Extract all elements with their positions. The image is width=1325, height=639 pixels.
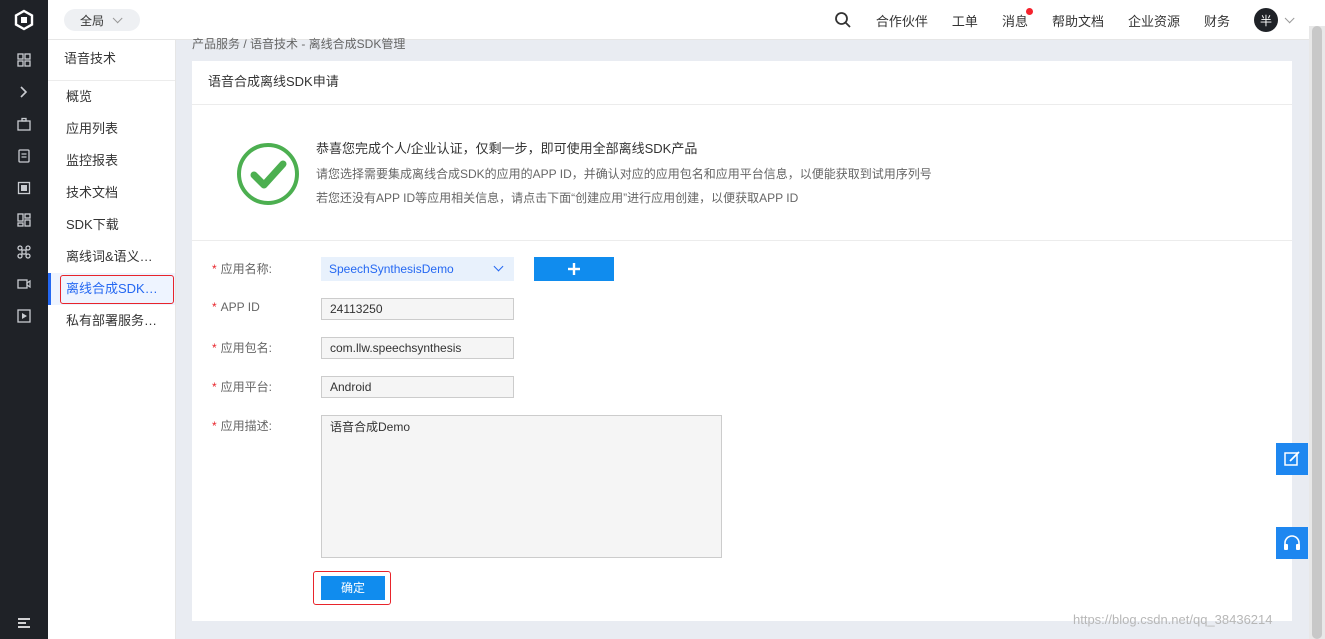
- nav-messages[interactable]: 消息: [1001, 7, 1033, 30]
- sidebar-item-private-deploy[interactable]: 私有部署服务…: [48, 305, 175, 337]
- check-circle-icon: [237, 143, 299, 205]
- scope-label: 全局: [80, 13, 105, 28]
- app-id-field: 24113250: [321, 298, 514, 320]
- app-name-label-text: 应用名称:: [220, 262, 273, 276]
- document-icon[interactable]: [0, 140, 48, 172]
- breadcrumb: 产品服务 / 语音技术 - 离线合成SDK管理: [192, 37, 406, 51]
- grid-icon[interactable]: [0, 44, 48, 76]
- page-scrollbar[interactable]: [1309, 26, 1325, 639]
- nav-messages-label: 消息: [1001, 13, 1028, 29]
- required-mark: *: [212, 419, 217, 433]
- nav-help-docs[interactable]: 帮助文档: [1052, 11, 1104, 30]
- video-icon[interactable]: [0, 268, 48, 300]
- required-mark: *: [212, 300, 217, 314]
- package-label: * 应用包名:: [212, 339, 272, 356]
- sidebar-item-sdk-download[interactable]: SDK下载: [48, 209, 175, 241]
- briefcase-icon[interactable]: [0, 108, 48, 140]
- sidebar-item-overview[interactable]: 概览: [48, 81, 175, 113]
- avatar[interactable]: 半: [1254, 8, 1278, 32]
- nav-enterprise-resources[interactable]: 企业资源: [1128, 11, 1180, 30]
- network-icon[interactable]: [0, 236, 48, 268]
- edit-icon: [1284, 451, 1300, 466]
- app-name-label: * 应用名称:: [212, 260, 272, 277]
- server-icon[interactable]: [0, 172, 48, 204]
- sidebar: 语音技术 概览 应用列表 监控报表 技术文档 SDK下载 离线词&语义… 离线合…: [48, 40, 176, 639]
- watermark: https://blog.csdn.net/qq_38436214: [1073, 612, 1273, 627]
- sidebar-item-tech-docs[interactable]: 技术文档: [48, 177, 175, 209]
- notice-headline: 恭喜您完成个人/企业认证，仅剩一步，即可使用全部离线SDK产品: [316, 141, 698, 156]
- plus-icon: [568, 263, 580, 275]
- nav-finance[interactable]: 财务: [1204, 11, 1230, 30]
- platform-label: * 应用平台:: [212, 378, 272, 395]
- icon-rail: [0, 40, 48, 639]
- desc-label: * 应用描述:: [212, 417, 272, 434]
- expand-icon[interactable]: [0, 76, 48, 108]
- sidebar-item-monitoring[interactable]: 监控报表: [48, 145, 175, 177]
- package-field: com.llw.speechsynthesis: [321, 337, 514, 359]
- page-title: 语音合成离线SDK申请: [192, 61, 1292, 105]
- success-notice: 恭喜您完成个人/企业认证，仅剩一步，即可使用全部离线SDK产品 请您选择需要集成…: [192, 105, 1292, 241]
- required-mark: *: [212, 262, 217, 276]
- platform-field: Android: [321, 376, 514, 398]
- app-id-label-text: APP ID: [220, 300, 260, 314]
- search-icon[interactable]: [834, 11, 852, 29]
- required-mark: *: [212, 380, 217, 394]
- dashboard-icon[interactable]: [0, 204, 48, 236]
- logo-icon[interactable]: [0, 0, 48, 40]
- required-mark: *: [212, 341, 217, 355]
- top-nav: 合作伙伴 工单 消息 帮助文档 企业资源 财务 半: [834, 0, 1325, 40]
- support-button[interactable]: [1276, 527, 1308, 559]
- main-panel: 语音合成离线SDK申请 恭喜您完成个人/企业认证，仅剩一步，即可使用全部离线SD…: [192, 61, 1292, 621]
- play-icon[interactable]: [0, 300, 48, 332]
- sidebar-item-app-list[interactable]: 应用列表: [48, 113, 175, 145]
- description-textarea[interactable]: 语音合成Demo: [321, 415, 722, 558]
- confirm-button[interactable]: 确定: [321, 576, 385, 600]
- sidebar-title: 语音技术: [48, 40, 175, 81]
- menu-toggle-icon[interactable]: [0, 613, 48, 633]
- nav-partners[interactable]: 合作伙伴: [876, 11, 928, 30]
- sidebar-item-offline-words[interactable]: 离线词&语义…: [48, 241, 175, 273]
- scrollbar-thumb[interactable]: [1312, 26, 1322, 639]
- package-label-text: 应用包名:: [220, 341, 273, 355]
- add-app-button[interactable]: [534, 257, 614, 281]
- platform-label-text: 应用平台:: [220, 380, 273, 394]
- feedback-button[interactable]: [1276, 443, 1308, 475]
- app-name-select[interactable]: SpeechSynthesisDemo: [321, 257, 514, 281]
- unread-dot: [1025, 7, 1033, 15]
- nav-tickets[interactable]: 工单: [952, 11, 978, 30]
- chevron-down-icon[interactable]: [1284, 12, 1295, 23]
- notice-line-3: 若您还没有APP ID等应用相关信息，请点击下面“创建应用”进行应用创建，以便获…: [316, 191, 799, 205]
- notice-line-2: 请您选择需要集成离线合成SDK的应用的APP ID，并确认对应的应用包名和应用平…: [316, 167, 932, 181]
- chevron-down-icon: [493, 261, 504, 272]
- scope-selector[interactable]: 全局: [64, 9, 140, 31]
- sidebar-item-offline-tts-sdk[interactable]: 离线合成SDK…: [48, 273, 175, 305]
- app-id-label: * APP ID: [212, 300, 260, 314]
- desc-label-text: 应用描述:: [220, 419, 273, 433]
- top-bar: 全局 合作伙伴 工单 消息 帮助文档 企业资源 财务 半: [0, 0, 1325, 40]
- chevron-down-icon: [112, 12, 123, 23]
- app-name-value: SpeechSynthesisDemo: [329, 262, 454, 276]
- headset-icon: [1284, 535, 1300, 550]
